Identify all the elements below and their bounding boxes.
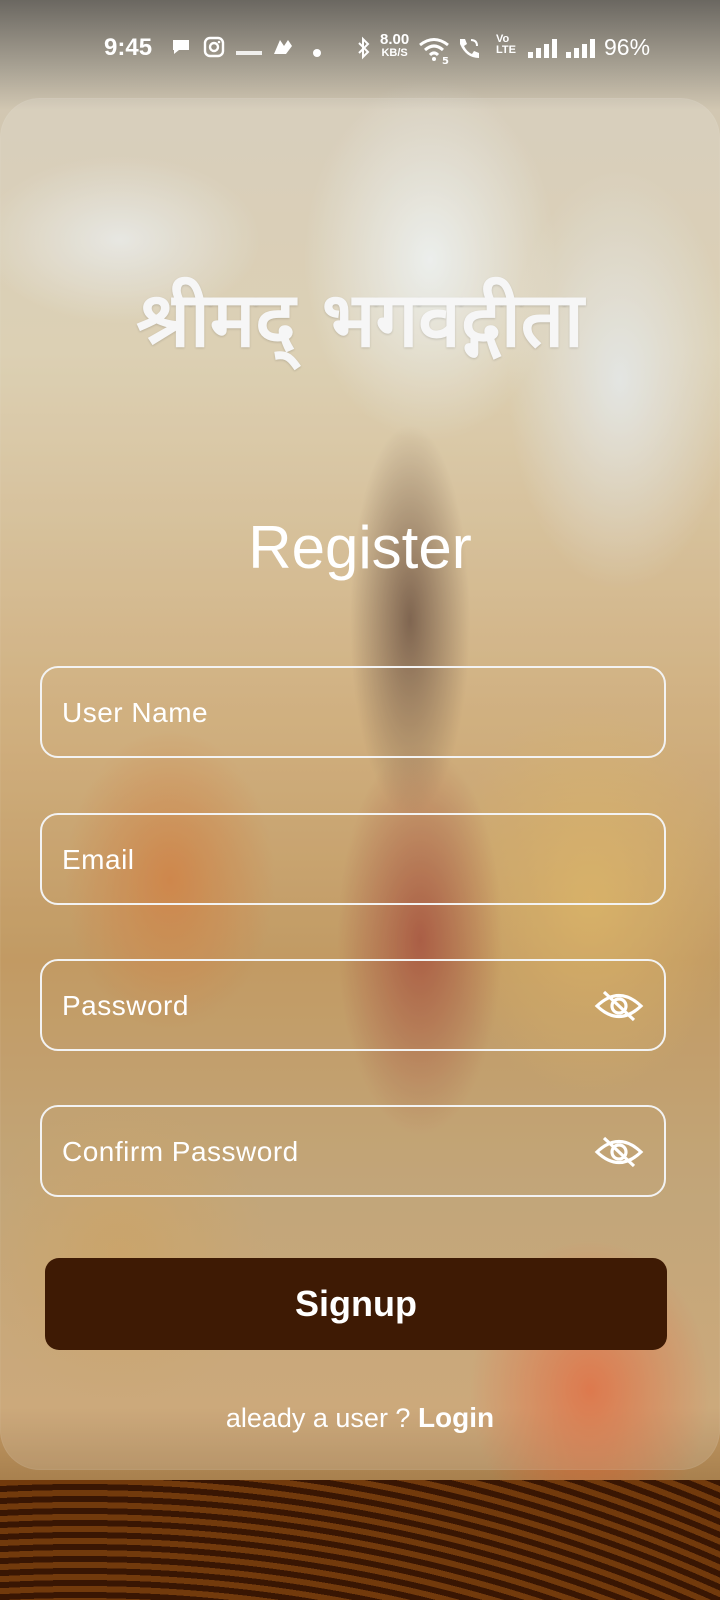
username-field[interactable] — [40, 666, 666, 758]
page-title: Register — [248, 514, 472, 581]
network-speed-value: 8.00 — [380, 31, 410, 48]
email-field[interactable] — [40, 813, 666, 905]
bluetooth-icon — [356, 36, 372, 66]
email-input[interactable] — [60, 815, 584, 905]
lte-label: LTE — [496, 44, 516, 56]
volte-indicator: Vo LTE — [496, 34, 516, 56]
login-prompt: aleady a user ? Login — [0, 1402, 720, 1434]
password-input[interactable] — [60, 961, 584, 1051]
already-user-text: aleady a user ? — [225, 1403, 418, 1433]
chat-bubble-icon — [170, 36, 192, 64]
wifi-calling-icon — [456, 36, 486, 66]
password-field[interactable] — [40, 959, 666, 1051]
instagram-icon — [203, 36, 225, 64]
dot-icon — [312, 40, 322, 64]
username-input[interactable] — [60, 668, 584, 758]
status-time: 9:45 — [104, 34, 153, 61]
network-speed-unit: KB/S — [381, 47, 408, 59]
app-icon — [270, 36, 294, 64]
signup-button[interactable]: Signup — [45, 1258, 667, 1350]
univest-icon — [236, 40, 262, 64]
wifi-band-label: 5 — [442, 56, 449, 67]
app-title: श्रीमद् भगवद्गीता — [136, 275, 584, 364]
signal-strength-icon-2 — [566, 38, 598, 58]
confirm-password-input[interactable] — [60, 1107, 584, 1197]
background-ornament — [0, 1480, 720, 1600]
confirm-password-field[interactable] — [40, 1105, 666, 1197]
battery-level: 96% — [604, 34, 651, 60]
signal-strength-icon-1 — [528, 38, 560, 58]
eye-off-icon[interactable] — [594, 989, 644, 1023]
login-link[interactable]: Login — [418, 1402, 494, 1433]
network-speed: 8.00 KB/S — [380, 32, 409, 59]
eye-off-icon[interactable] — [594, 1135, 644, 1169]
status-bar: 9:45 8.00 KB/S 5 Vo LTE 96% — [0, 0, 720, 96]
